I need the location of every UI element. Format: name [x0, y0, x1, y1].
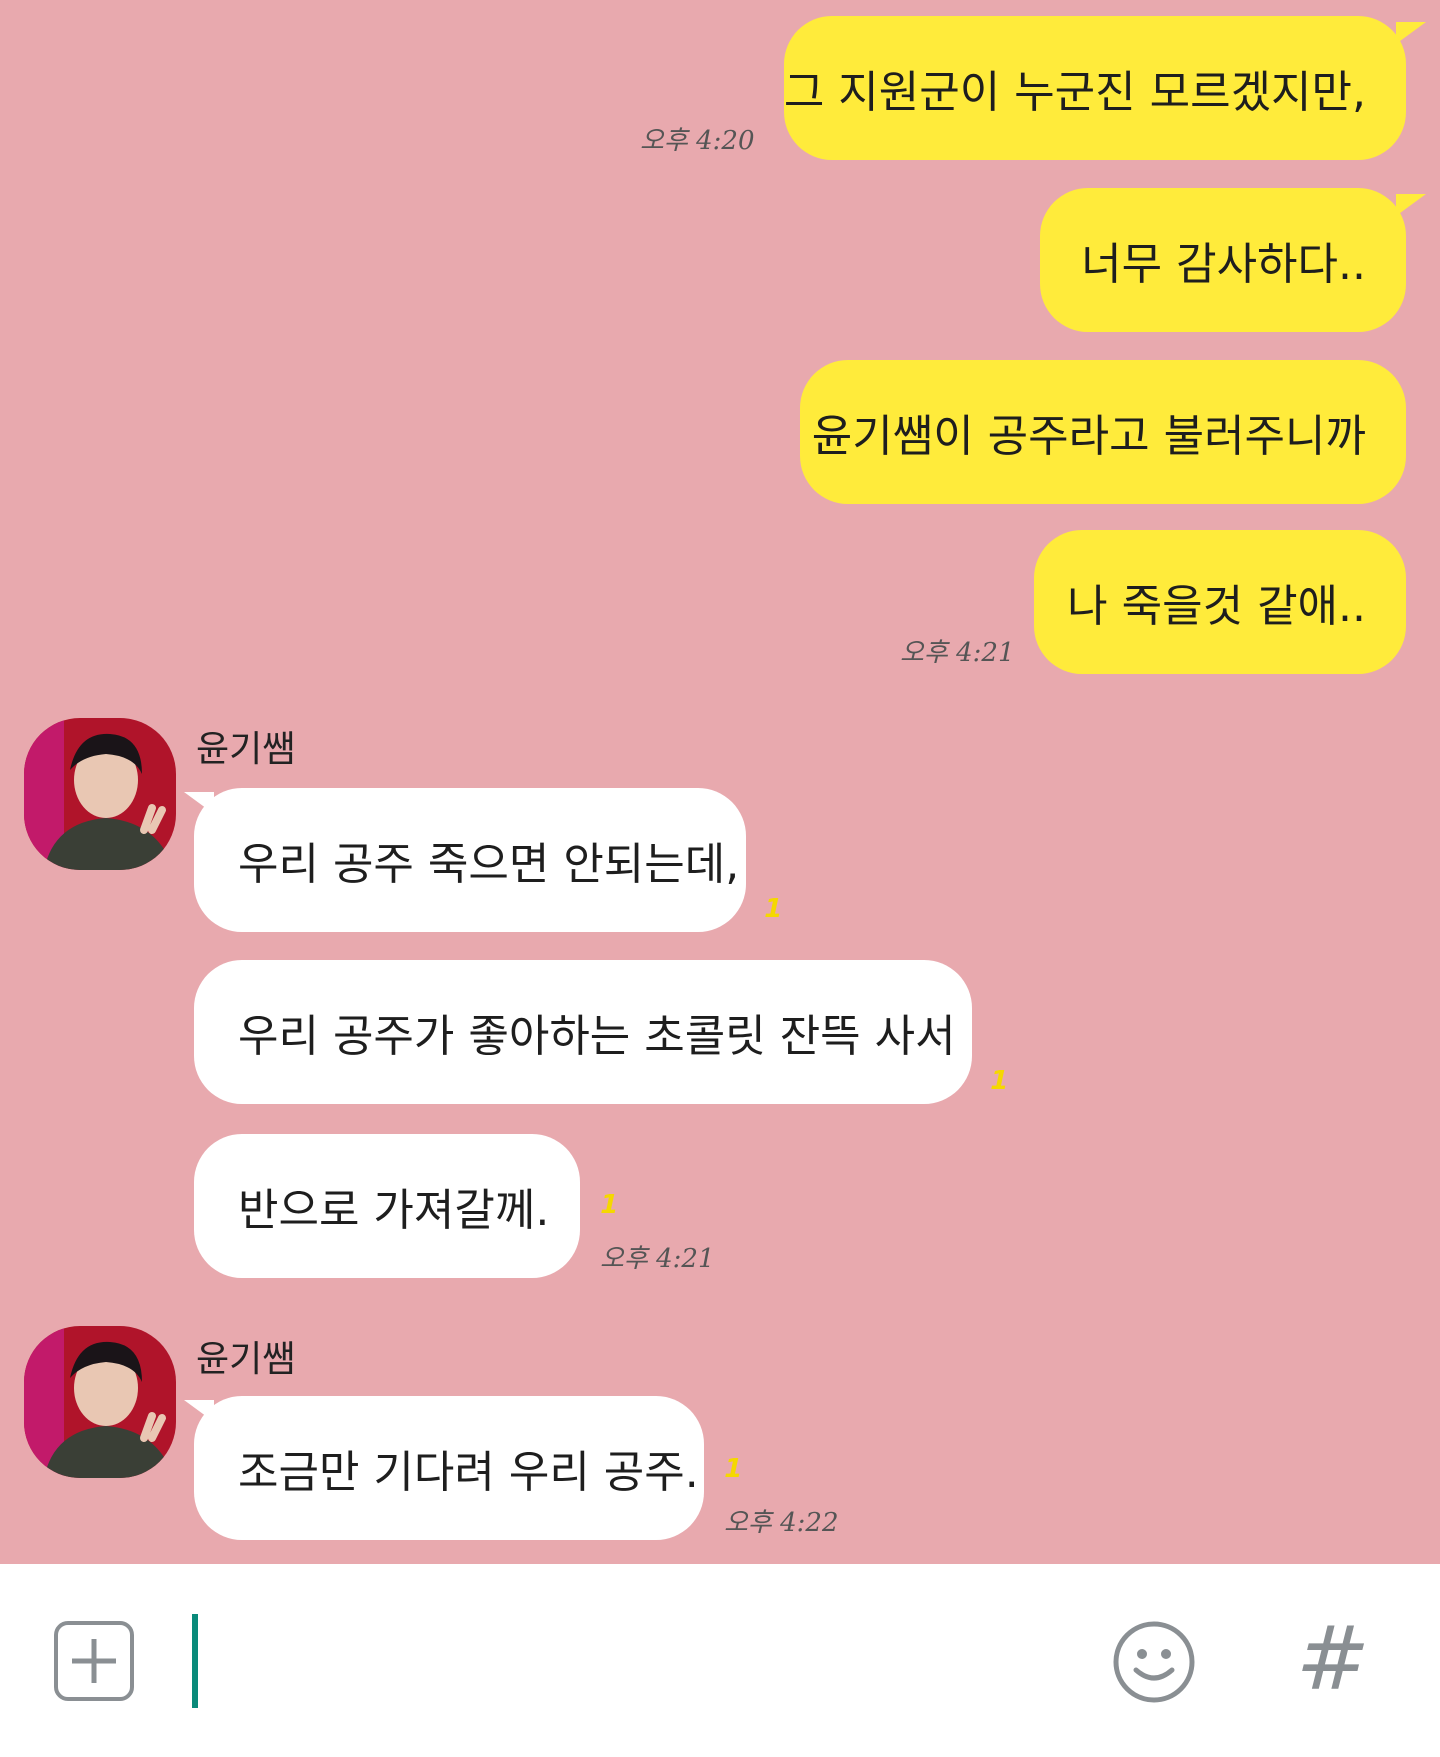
- message-text: 윤기쌤이 공주라고 불러주니까: [811, 411, 1366, 462]
- bubble-tail: [1396, 194, 1426, 216]
- sent-message-bubble[interactable]: 그 지원군이 누군진 모르겠지만,: [784, 16, 1406, 160]
- bubble-tail: [184, 792, 214, 814]
- profile-photo-icon: [24, 718, 176, 870]
- hash-icon: #: [1296, 1607, 1370, 1710]
- sent-message-bubble[interactable]: 윤기쌤이 공주라고 불러주니까: [800, 360, 1406, 504]
- message-input-bar: #: [0, 1564, 1440, 1757]
- received-message-bubble[interactable]: 우리 공주 죽으면 안되는데,: [194, 788, 746, 932]
- unread-count: 1: [760, 894, 786, 924]
- message-text: 반으로 가져갈께.: [238, 1185, 550, 1236]
- hashtag-button[interactable]: #: [1296, 1604, 1370, 1714]
- bubble-tail: [1396, 22, 1426, 44]
- sender-name: 윤기쌤: [196, 1339, 296, 1380]
- message-time: 오후 4:22: [724, 1508, 839, 1538]
- message-time: 오후 4:21: [900, 638, 1015, 668]
- message-text: 너무 감사하다..: [1081, 239, 1366, 290]
- message-time: 오후 4:21: [600, 1244, 715, 1274]
- text-input-cursor[interactable]: [192, 1614, 198, 1708]
- received-message-bubble[interactable]: 조금만 기다려 우리 공주.: [194, 1396, 704, 1540]
- sent-message-bubble[interactable]: 나 죽을것 같애..: [1034, 530, 1406, 674]
- message-text: 조금만 기다려 우리 공주.: [238, 1447, 699, 1498]
- message-text: 우리 공주 죽으면 안되는데,: [238, 839, 740, 890]
- message-text: 나 죽을것 같애..: [1067, 581, 1366, 632]
- unread-count: 1: [986, 1066, 1012, 1096]
- unread-count: 1: [596, 1190, 622, 1220]
- sent-message-bubble[interactable]: 너무 감사하다..: [1040, 188, 1406, 332]
- profile-photo-icon: [24, 1326, 176, 1478]
- emoji-button[interactable]: [1112, 1620, 1196, 1704]
- avatar[interactable]: [24, 1326, 176, 1478]
- avatar[interactable]: [24, 718, 176, 870]
- sender-name: 윤기쌤: [196, 729, 296, 770]
- received-message-bubble[interactable]: 반으로 가져갈께.: [194, 1134, 580, 1278]
- message-time: 오후 4:20: [640, 126, 755, 156]
- unread-count: 1: [720, 1454, 746, 1484]
- message-text: 우리 공주가 좋아하는 초콜릿 잔뜩 사서: [238, 1011, 956, 1062]
- smiley-icon: [1113, 1621, 1195, 1703]
- received-message-bubble[interactable]: 우리 공주가 좋아하는 초콜릿 잔뜩 사서: [194, 960, 972, 1104]
- plus-icon: [72, 1639, 116, 1683]
- bubble-tail: [184, 1400, 214, 1422]
- attach-button[interactable]: [54, 1621, 134, 1701]
- message-text: 그 지원군이 누군진 모르겠지만,: [783, 67, 1366, 118]
